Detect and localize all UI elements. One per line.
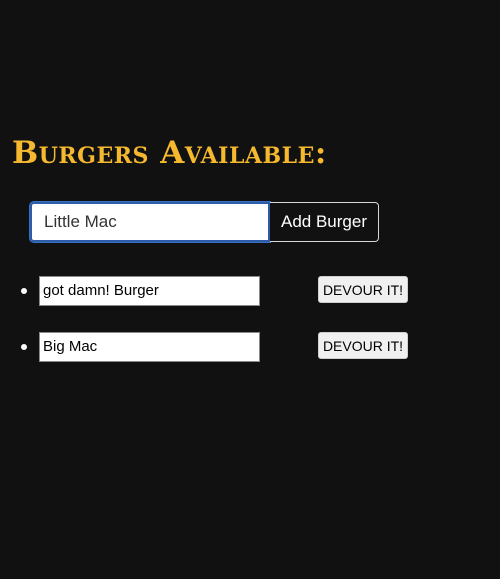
bullet-icon [21,288,27,294]
burger-list: got damn! Burger DEVOUR IT! Big Mac DEVO… [0,276,500,388]
burger-name-field: got damn! Burger [39,276,260,306]
page-title: Burgers Available: [12,135,327,171]
devour-button[interactable]: DEVOUR IT! [318,276,408,303]
add-burger-form: Add Burger [30,202,379,242]
burger-name-field: Big Mac [39,332,260,362]
burger-name-input[interactable] [30,202,270,242]
list-item: Big Mac DEVOUR IT! [0,332,500,388]
list-item: got damn! Burger DEVOUR IT! [0,276,500,332]
devour-button[interactable]: DEVOUR IT! [318,332,408,359]
bullet-icon [21,344,27,350]
add-burger-button[interactable]: Add Burger [270,202,379,242]
